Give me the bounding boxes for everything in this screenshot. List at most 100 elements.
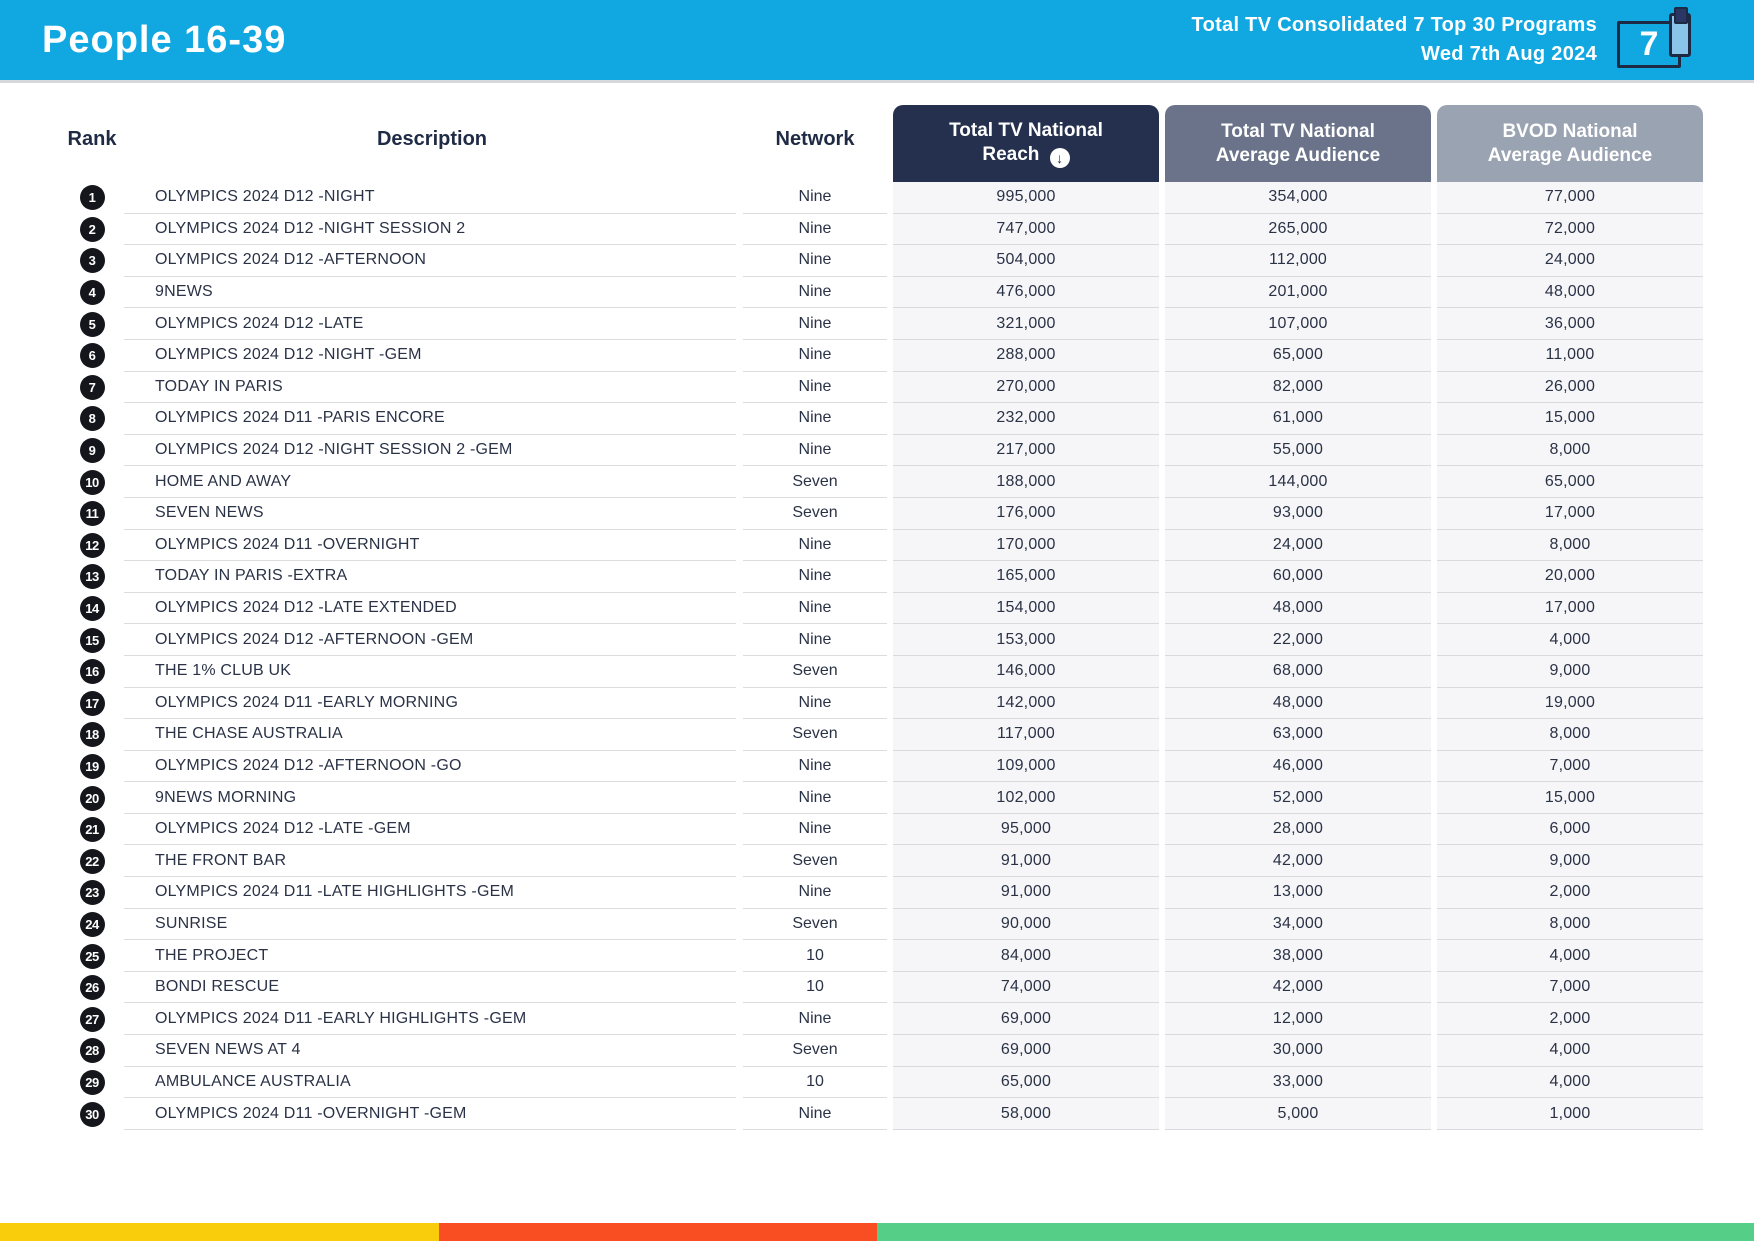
network-name: Nine bbox=[743, 877, 887, 909]
program-description: TODAY IN PARIS bbox=[124, 372, 736, 404]
bvod-average-audience-value: 4,000 bbox=[1437, 940, 1703, 972]
bvod-average-audience-value: 15,000 bbox=[1437, 782, 1703, 814]
rank-badge: 3 bbox=[79, 248, 105, 274]
rank-cell: 10 bbox=[60, 466, 124, 498]
column-header-bvod-average-audience[interactable]: BVOD National Average Audience bbox=[1437, 105, 1703, 182]
network-name: Nine bbox=[743, 593, 887, 625]
total-tv-reach-value: 747,000 bbox=[893, 213, 1159, 246]
bvod-average-audience-value: 48,000 bbox=[1437, 276, 1703, 309]
rank-cell: 26 bbox=[60, 972, 124, 1004]
program-description: AMBULANCE AUSTRALIA bbox=[124, 1067, 736, 1099]
bvod-average-audience-value: 8,000 bbox=[1437, 908, 1703, 941]
total-tv-reach-value: 154,000 bbox=[893, 592, 1159, 625]
rank-badge: 10 bbox=[79, 469, 105, 495]
total-tv-reach-value: 58,000 bbox=[893, 1098, 1159, 1130]
total-tv-average-audience-value: 107,000 bbox=[1165, 308, 1431, 340]
network-name: Seven bbox=[743, 1035, 887, 1067]
total-tv-reach-value: 109,000 bbox=[893, 750, 1159, 783]
total-tv-reach-value: 69,000 bbox=[893, 1035, 1159, 1067]
program-description: OLYMPICS 2024 D12 -AFTERNOON bbox=[124, 245, 736, 277]
column-header-total-tv-reach[interactable]: Total TV National Reach ↓ bbox=[893, 105, 1159, 182]
total-tv-average-audience-value: 24,000 bbox=[1165, 529, 1431, 562]
network-name: Nine bbox=[743, 782, 887, 814]
rank-cell: 25 bbox=[60, 940, 124, 972]
bvod-average-audience-value: 2,000 bbox=[1437, 1003, 1703, 1036]
total-tv-reach-value: 270,000 bbox=[893, 371, 1159, 404]
rank-badge: 5 bbox=[79, 311, 105, 337]
rank-badge: 26 bbox=[79, 975, 105, 1001]
total-tv-average-audience-value: 42,000 bbox=[1165, 845, 1431, 878]
program-description: OLYMPICS 2024 D12 -LATE bbox=[124, 308, 736, 340]
program-description: 9NEWS bbox=[124, 277, 736, 309]
table-row: 8 OLYMPICS 2024 D11 -PARIS ENCORE Nine 2… bbox=[60, 403, 1706, 435]
network-name: Nine bbox=[743, 530, 887, 562]
phone-notch-icon bbox=[1674, 7, 1688, 24]
rank-badge: 28 bbox=[79, 1038, 105, 1064]
program-description: OLYMPICS 2024 D11 -OVERNIGHT bbox=[124, 530, 736, 562]
total-tv-average-audience-value: 265,000 bbox=[1165, 213, 1431, 246]
total-tv-average-audience-value: 82,000 bbox=[1165, 371, 1431, 404]
total-tv-reach-value: 65,000 bbox=[893, 1066, 1159, 1099]
total-tv-reach-value: 476,000 bbox=[893, 276, 1159, 309]
total-tv-average-audience-value: 5,000 bbox=[1165, 1098, 1431, 1130]
table-row: 17 OLYMPICS 2024 D11 -EARLY MORNING Nine… bbox=[60, 687, 1706, 720]
rank-badge: 16 bbox=[79, 659, 105, 685]
program-description: OLYMPICS 2024 D12 -AFTERNOON -GEM bbox=[124, 624, 736, 656]
rank-cell: 22 bbox=[60, 845, 124, 877]
rank-badge: 27 bbox=[79, 1006, 105, 1032]
network-name: 10 bbox=[743, 972, 887, 1004]
program-description: OLYMPICS 2024 D11 -OVERNIGHT -GEM bbox=[124, 1098, 736, 1130]
rank-badge: 6 bbox=[79, 343, 105, 369]
program-description: OLYMPICS 2024 D12 -AFTERNOON -GO bbox=[124, 751, 736, 783]
total-tv-reach-value: 176,000 bbox=[893, 497, 1159, 530]
top-programs-table: Rank Description Network Total TV Nation… bbox=[60, 96, 1706, 1130]
total-tv-average-audience-value: 112,000 bbox=[1165, 245, 1431, 277]
sort-descending-icon[interactable]: ↓ bbox=[1049, 148, 1070, 169]
rank-badge: 1 bbox=[79, 185, 105, 211]
column-header-rank: Rank bbox=[67, 127, 117, 150]
total-tv-reach-value: 117,000 bbox=[893, 719, 1159, 751]
table-row: 7 TODAY IN PARIS Nine 270,000 82,000 26,… bbox=[60, 371, 1706, 404]
table-row: 28 SEVEN NEWS AT 4 Seven 69,000 30,000 4… bbox=[60, 1035, 1706, 1067]
rank-cell: 19 bbox=[60, 751, 124, 783]
rank-cell: 12 bbox=[60, 530, 124, 562]
stripe-segment bbox=[877, 1223, 1754, 1241]
rank-badge: 30 bbox=[79, 1101, 105, 1127]
header-right: Total TV Consolidated 7 Top 30 Programs … bbox=[1192, 7, 1709, 73]
total-tv-average-audience-value: 63,000 bbox=[1165, 719, 1431, 751]
rank-badge: 8 bbox=[79, 406, 105, 432]
network-name: Seven bbox=[743, 498, 887, 530]
table-row: 29 AMBULANCE AUSTRALIA 10 65,000 33,000 … bbox=[60, 1066, 1706, 1099]
total-tv-average-audience-value: 33,000 bbox=[1165, 1066, 1431, 1099]
table-row: 26 BONDI RESCUE 10 74,000 42,000 7,000 bbox=[60, 971, 1706, 1004]
network-name: Nine bbox=[743, 340, 887, 372]
bvod-average-audience-value: 4,000 bbox=[1437, 1035, 1703, 1067]
rank-badge: 7 bbox=[79, 374, 105, 400]
total-tv-reach-value: 90,000 bbox=[893, 908, 1159, 941]
bvod-average-audience-value: 19,000 bbox=[1437, 687, 1703, 720]
bvod-average-audience-value: 8,000 bbox=[1437, 719, 1703, 751]
rank-badge: 17 bbox=[79, 690, 105, 716]
network-name: Seven bbox=[743, 719, 887, 751]
total-tv-reach-value: 102,000 bbox=[893, 782, 1159, 814]
column-header-description: Description bbox=[376, 127, 488, 150]
total-tv-average-audience-value: 61,000 bbox=[1165, 403, 1431, 435]
rank-cell: 3 bbox=[60, 245, 124, 277]
program-description: THE PROJECT bbox=[124, 940, 736, 972]
total-tv-reach-value: 153,000 bbox=[893, 624, 1159, 656]
network-name: Nine bbox=[743, 814, 887, 846]
program-description: OLYMPICS 2024 D12 -NIGHT -GEM bbox=[124, 340, 736, 372]
total-tv-average-audience-value: 60,000 bbox=[1165, 561, 1431, 593]
rank-cell: 8 bbox=[60, 403, 124, 435]
network-name: Nine bbox=[743, 688, 887, 720]
program-description: TODAY IN PARIS -EXTRA bbox=[124, 561, 736, 593]
bvod-average-audience-value: 6,000 bbox=[1437, 813, 1703, 846]
total-tv-average-audience-value: 52,000 bbox=[1165, 782, 1431, 814]
table-row: 15 OLYMPICS 2024 D12 -AFTERNOON -GEM Nin… bbox=[60, 624, 1706, 656]
bvod-average-audience-value: 20,000 bbox=[1437, 561, 1703, 593]
bvod-average-audience-value: 77,000 bbox=[1437, 182, 1703, 214]
total-tv-reach-value: 95,000 bbox=[893, 813, 1159, 846]
table-row: 4 9NEWS Nine 476,000 201,000 48,000 bbox=[60, 276, 1706, 309]
table-row: 12 OLYMPICS 2024 D11 -OVERNIGHT Nine 170… bbox=[60, 529, 1706, 562]
column-header-total-tv-average-audience[interactable]: Total TV National Average Audience bbox=[1165, 105, 1431, 182]
